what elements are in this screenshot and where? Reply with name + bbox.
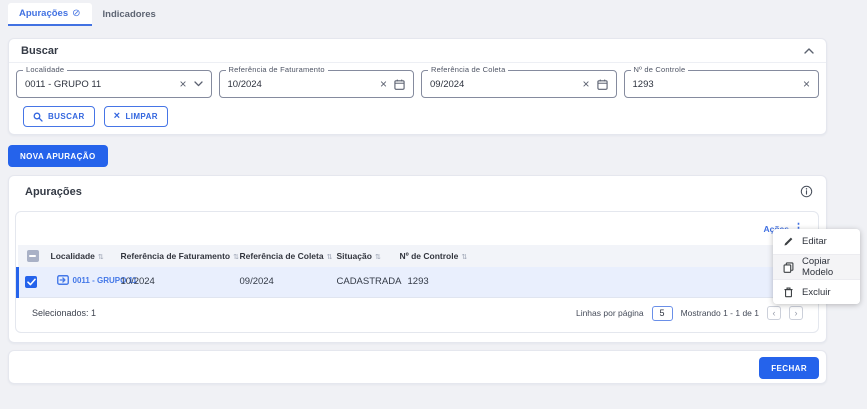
clear-icon[interactable]: ×	[179, 78, 186, 90]
results-title: Apurações	[25, 185, 82, 198]
cell-referencia-faturamento: 10/2024	[120, 267, 240, 298]
search-panel: Buscar Localidade × Referência de Fatura…	[8, 38, 827, 135]
table-header-row: Localidade ⇅ Referência de Faturamento ⇅ R…	[17, 245, 818, 267]
column-header-referencia-coleta[interactable]: Referência de Coleta ⇅	[239, 245, 337, 267]
chevron-right-icon: ›	[794, 307, 798, 318]
tab-bar: Apurações ⊘ Indicadores	[8, 3, 167, 26]
calendar-icon[interactable]	[596, 79, 608, 90]
tab-apuracoes[interactable]: Apurações ⊘	[8, 3, 92, 26]
limpar-label: LIMPAR	[125, 112, 158, 121]
fechar-button[interactable]: FECHAR	[759, 357, 819, 379]
tab-apuracoes-label: Apurações	[19, 8, 69, 19]
nova-apuracao-button[interactable]: NOVA APURAÇÃO	[8, 145, 108, 167]
collapse-chevron-up-icon[interactable]	[804, 47, 814, 54]
trash-icon	[783, 287, 794, 298]
tab-indicadores[interactable]: Indicadores	[92, 3, 167, 26]
info-icon[interactable]	[800, 185, 813, 198]
referencia-coleta-input[interactable]	[430, 78, 583, 90]
calendar-icon[interactable]	[394, 79, 405, 90]
pencil-icon	[783, 236, 794, 247]
referencia-faturamento-field: Referência de Faturamento ×	[218, 65, 414, 98]
cell-numero-controle: 1293	[407, 276, 429, 288]
tab-indicadores-label: Indicadores	[102, 9, 156, 20]
menu-item-label: Excluir	[802, 286, 831, 298]
sort-icon: ⇅	[233, 254, 239, 261]
referencia-coleta-label: Referência de Coleta	[428, 65, 509, 74]
localidade-label: Localidade	[23, 65, 68, 74]
menu-item-label: Editar	[802, 236, 827, 247]
rows-per-page-label: Linhas por página	[575, 308, 644, 318]
copy-icon	[783, 261, 794, 273]
clear-icon: ×	[113, 110, 121, 122]
clear-icon[interactable]: ×	[803, 78, 810, 90]
limpar-button[interactable]: × LIMPAR	[103, 106, 168, 127]
pagination: Linhas por página Mostrando 1 - 1 de 1 ‹…	[575, 305, 803, 321]
chevron-down-icon[interactable]	[193, 81, 203, 87]
search-icon	[33, 112, 43, 122]
clear-icon[interactable]: ×	[380, 78, 387, 90]
cell-referencia-coleta: 09/2024	[239, 267, 337, 298]
referencia-faturamento-input[interactable]	[227, 78, 380, 90]
selected-count-text: Selecionados: 1	[32, 308, 97, 318]
column-header-numero-controle[interactable]: Nº de Controle ⇅	[399, 245, 818, 267]
showing-range-text: Mostrando 1 - 1 de 1	[680, 308, 759, 318]
acoes-context-menu: Editar Copiar Modelo Excluir	[773, 229, 860, 304]
menu-item-copiar-modelo[interactable]: Copiar Modelo	[773, 254, 860, 279]
sort-icon: ⇅	[97, 254, 104, 261]
buscar-label: BUSCAR	[48, 112, 85, 121]
clear-icon[interactable]: ×	[582, 78, 589, 90]
acoes-menu-trigger[interactable]: Ações ⋮	[16, 212, 818, 245]
results-panel: Apurações Ações ⋮ Localidade⇅ Referência…	[8, 175, 827, 343]
previous-page-button[interactable]: ‹	[767, 306, 781, 320]
results-table-card: Ações ⋮ Localidade⇅ Referência de Fatura…	[15, 211, 819, 333]
chevron-left-icon: ‹	[772, 307, 776, 318]
column-header-referencia-faturamento[interactable]: Referência de Faturamento ⇅	[120, 245, 240, 267]
numero-controle-label: Nº de Controle	[630, 65, 689, 74]
row-checkbox[interactable]	[25, 275, 37, 288]
table-row[interactable]: 0011 - GRUPO 11 10/2024 09/2024 CADASTRA…	[16, 267, 818, 298]
cell-situacao: CADASTRADA	[336, 267, 401, 298]
menu-item-editar[interactable]: Editar	[773, 229, 860, 254]
localidade-field: Localidade ×	[16, 65, 212, 98]
menu-item-excluir[interactable]: Excluir	[773, 279, 860, 304]
rows-per-page-input[interactable]	[651, 305, 673, 321]
open-record-icon	[56, 275, 69, 286]
numero-controle-field: Nº de Controle ×	[623, 65, 819, 98]
select-all-checkbox[interactable]	[26, 250, 39, 262]
results-table: Localidade ⇅ Referência de Faturamento ⇅ R…	[16, 245, 818, 298]
buscar-button[interactable]: BUSCAR	[23, 106, 95, 127]
next-page-button[interactable]: ›	[789, 306, 803, 320]
table-footer: Selecionados: 1 Linhas por página Mostra…	[16, 294, 818, 332]
sort-icon: ⇅	[374, 254, 381, 261]
search-title: Buscar	[21, 44, 59, 57]
footer-bar: FECHAR	[8, 350, 827, 384]
block-icon: ⊘	[72, 7, 81, 19]
referencia-coleta-field: Referência de Coleta ×	[421, 65, 617, 98]
sort-icon: ⇅	[461, 254, 468, 261]
localidade-input[interactable]	[25, 78, 180, 90]
referencia-faturamento-label: Referência de Faturamento	[225, 65, 328, 74]
column-header-situacao[interactable]: Situação ⇅	[336, 245, 400, 267]
numero-controle-input[interactable]	[632, 78, 803, 90]
column-header-localidade[interactable]: Localidade ⇅	[50, 245, 121, 267]
sort-icon: ⇅	[326, 254, 333, 261]
menu-item-label: Copiar Modelo	[802, 256, 834, 278]
